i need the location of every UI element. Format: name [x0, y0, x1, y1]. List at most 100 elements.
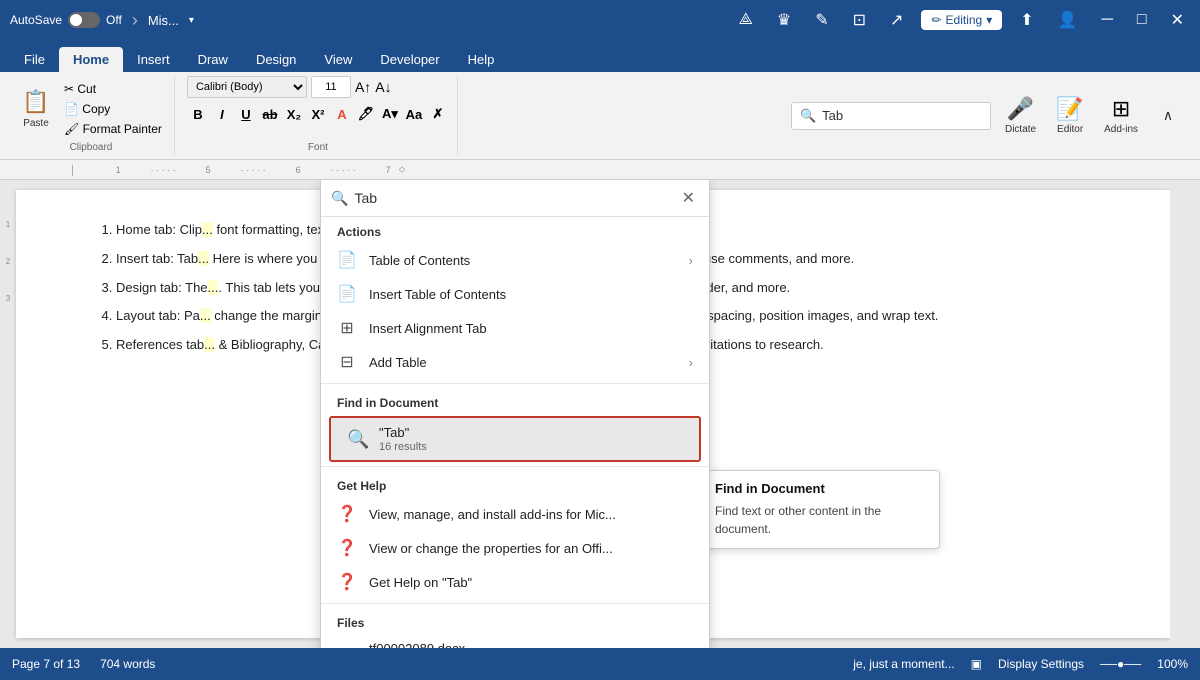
- ribbon-search-value: Tab: [822, 108, 843, 123]
- menu-item-help3[interactable]: ❓ Get Help on "Tab": [321, 565, 709, 599]
- dropdown-menu: Actions 📄 Table of Contents › 📄 Insert T…: [321, 217, 709, 648]
- font-group: Calibri (Body) A↑ A↓ B I U ab X₂ X² A 🖊 …: [179, 76, 458, 155]
- tooltip-body: Find text or other content in the docume…: [715, 502, 925, 538]
- menu-item-file1[interactable]: W tf00002089.docx Downloads ›: [321, 634, 709, 648]
- align-tab-icon: ⊞: [337, 318, 357, 338]
- clipboard-group: 📋 Paste ✂ Cut 📄 Copy 🖌 Format Painter Cl…: [8, 76, 175, 155]
- v-ruler: 123: [0, 180, 16, 648]
- tab-developer[interactable]: Developer: [366, 47, 453, 72]
- tab-draw[interactable]: Draw: [184, 47, 242, 72]
- ruler-num6: 6: [296, 165, 301, 175]
- subscript-button[interactable]: X₂: [283, 103, 305, 125]
- menu-item-find[interactable]: 🔍 "Tab" 16 results: [329, 416, 701, 462]
- ribbon-search-box[interactable]: 🔍 Tab: [791, 102, 991, 130]
- toggle-knob: [70, 14, 82, 26]
- ruler-mark2: · · · · ·: [151, 165, 176, 175]
- actions-label: Actions: [321, 217, 709, 243]
- font-content: Calibri (Body) A↑ A↓ B I U ab X₂ X² A 🖊 …: [187, 76, 449, 142]
- addins-label: Add-ins: [1104, 124, 1138, 135]
- clear-format-button[interactable]: ✗: [427, 103, 449, 125]
- display-settings-icon[interactable]: ▣: [971, 657, 982, 671]
- title-more-icon[interactable]: ›: [132, 10, 138, 31]
- zoom-slider[interactable]: ──●──: [1100, 657, 1141, 671]
- autosave-state: Off: [106, 13, 122, 27]
- find-result-content: "Tab" 16 results: [379, 425, 427, 453]
- highlight-button[interactable]: 🖊: [355, 103, 377, 125]
- divider2: [321, 466, 709, 467]
- strikethrough-button[interactable]: ab: [259, 103, 281, 125]
- addins-button[interactable]: ⊞ Add-ins: [1098, 94, 1144, 137]
- autosave-label: AutoSave: [10, 13, 62, 27]
- font-name-select[interactable]: Calibri (Body): [187, 76, 307, 98]
- font-color-button[interactable]: A: [331, 103, 353, 125]
- font-size-up-icon[interactable]: A↑: [355, 79, 371, 95]
- autosave-area[interactable]: AutoSave Off: [10, 12, 122, 28]
- search-clear-icon[interactable]: ✕: [678, 186, 699, 210]
- italic-button[interactable]: I: [211, 103, 233, 125]
- case-button[interactable]: Aa: [403, 103, 425, 125]
- copy-button[interactable]: 📄 Copy: [60, 100, 166, 118]
- menu-item-insert-toc[interactable]: 📄 Insert Table of Contents: [321, 277, 709, 311]
- maximize-btn[interactable]: □: [1131, 9, 1153, 31]
- editing-button[interactable]: ✏ Editing ▾: [921, 10, 1002, 30]
- help1-icon: ❓: [337, 504, 357, 524]
- file1-arrow-icon: ›: [689, 648, 693, 649]
- pen-icon[interactable]: ✎: [809, 8, 834, 32]
- superscript-button[interactable]: X²: [307, 103, 329, 125]
- tab-view[interactable]: View: [310, 47, 366, 72]
- tab-help[interactable]: Help: [454, 47, 509, 72]
- menu-item-help2[interactable]: ❓ View or change the properties for an O…: [321, 531, 709, 565]
- tab-file[interactable]: File: [10, 47, 59, 72]
- paste-button[interactable]: 📋 Paste: [16, 87, 56, 130]
- close-btn[interactable]: ✕: [1165, 8, 1190, 32]
- crown-icon[interactable]: ♛: [771, 8, 797, 32]
- font-size-down-icon[interactable]: A↓: [375, 79, 391, 95]
- filename-expand-icon[interactable]: ▾: [189, 15, 194, 26]
- menu-item-toc[interactable]: 📄 Table of Contents ›: [321, 243, 709, 277]
- menu-item-align-tab[interactable]: ⊞ Insert Alignment Tab: [321, 311, 709, 345]
- autosave-toggle[interactable]: [68, 12, 100, 28]
- ruler-mark: │: [70, 165, 76, 175]
- underline-button[interactable]: U: [235, 103, 257, 125]
- dictate-button[interactable]: 🎤 Dictate: [999, 94, 1042, 137]
- format-row: B I U ab X₂ X² A 🖊 A▾ Aa ✗: [187, 103, 449, 125]
- menu-item-insert-toc-label: Insert Table of Contents: [369, 287, 506, 302]
- bold-button[interactable]: B: [187, 103, 209, 125]
- menu-item-help1[interactable]: ❓ View, manage, and install add-ins for …: [321, 497, 709, 531]
- format-painter-button[interactable]: 🖌 Format Painter: [60, 120, 166, 138]
- find-doc-icon: 🔍: [347, 429, 367, 450]
- status-text: je, just a moment...: [853, 657, 954, 671]
- file1-content: tf00002089.docx Downloads: [369, 641, 465, 648]
- file1-icon: W: [337, 646, 357, 648]
- editor-label: Editor: [1057, 124, 1083, 135]
- person-icon[interactable]: 👤: [1052, 8, 1084, 32]
- title-bar-right: ⟁ ♛ ✎ ⊡ ↗ ✏ Editing ▾ ⬆ 👤 ─ □ ✕: [733, 8, 1190, 32]
- search-input[interactable]: [354, 190, 671, 206]
- tab-design[interactable]: Design: [242, 47, 310, 72]
- display-settings-label[interactable]: Display Settings: [998, 657, 1084, 671]
- font-size-input[interactable]: [311, 76, 351, 98]
- cut-button[interactable]: ✂ Cut: [60, 80, 166, 98]
- menu-item-add-table-label: Add Table: [369, 355, 427, 370]
- tab-home[interactable]: Home: [59, 47, 123, 72]
- share2-icon[interactable]: ⬆: [1014, 8, 1039, 32]
- ribbon-collapse-icon[interactable]: ∧: [1152, 100, 1184, 132]
- menu-item-toc-label: Table of Contents: [369, 253, 470, 268]
- font-color2-button[interactable]: A▾: [379, 103, 401, 125]
- editor-button[interactable]: 📝 Editor: [1050, 94, 1090, 137]
- filename[interactable]: Mis...: [148, 13, 179, 28]
- page-info: Page 7 of 13: [12, 657, 80, 671]
- search-icon[interactable]: ⟁: [733, 9, 759, 31]
- find-in-doc-label: Find in Document: [321, 388, 709, 414]
- find-query: "Tab": [379, 425, 427, 440]
- restore-icon[interactable]: ⊡: [847, 8, 872, 32]
- menu-item-add-table[interactable]: ⊟ Add Table ›: [321, 345, 709, 379]
- add-table-icon: ⊟: [337, 352, 357, 372]
- help2-icon: ❓: [337, 538, 357, 558]
- share-icon[interactable]: ↗: [884, 8, 909, 32]
- title-bar: AutoSave Off › Mis... ▾ ⟁ ♛ ✎ ⊡ ↗ ✏ Edit…: [0, 0, 1200, 40]
- minimize-btn[interactable]: ─: [1096, 9, 1119, 31]
- paste-label: Paste: [23, 118, 49, 129]
- clipboard-content: 📋 Paste ✂ Cut 📄 Copy 🖌 Format Painter: [16, 76, 166, 142]
- tab-insert[interactable]: Insert: [123, 47, 184, 72]
